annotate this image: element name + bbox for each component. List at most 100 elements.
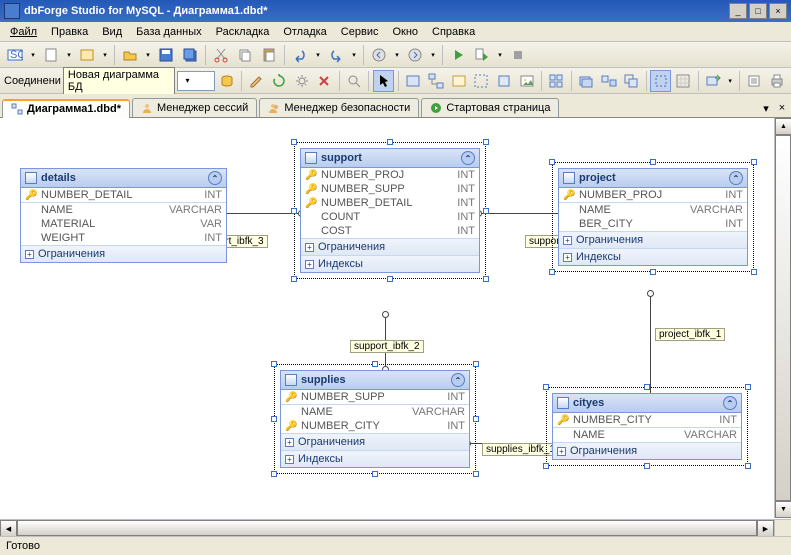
expand-icon[interactable]: + — [563, 253, 572, 262]
copy-button[interactable] — [234, 44, 256, 66]
column-row[interactable]: 🔑NUMBER_CITYINT — [553, 413, 741, 427]
run-script-button[interactable] — [471, 44, 493, 66]
constraints-section[interactable]: +Ограничения — [559, 231, 747, 248]
new-button[interactable] — [40, 44, 62, 66]
column-row[interactable]: NAMEVARCHAR — [281, 405, 469, 419]
column-row[interactable]: 🔑NUMBER_PROJINT — [559, 188, 747, 202]
column-row[interactable]: 🔑NUMBER_DETAILINT — [21, 188, 226, 202]
resize-handle[interactable] — [483, 139, 489, 145]
menu-file[interactable]: Файл — [4, 24, 43, 40]
table-support[interactable]: support ⌃ 🔑NUMBER_PROJINT 🔑NUMBER_SUPPIN… — [300, 148, 480, 273]
diagram-canvas[interactable]: support_ibfk_3 support_ibfk_1 support_ib… — [0, 118, 773, 518]
constraints-section[interactable]: +Ограничения — [281, 433, 469, 450]
run-button[interactable] — [447, 44, 469, 66]
resize-handle[interactable] — [650, 269, 656, 275]
refresh-button[interactable] — [269, 70, 290, 92]
redo-dropdown[interactable]: ▾ — [349, 51, 359, 59]
horizontal-scrollbar[interactable]: ◀ ▶ — [0, 519, 791, 536]
resize-handle[interactable] — [473, 361, 479, 367]
resize-handle[interactable] — [751, 159, 757, 165]
close-button[interactable]: × — [769, 3, 787, 19]
snap-button[interactable] — [673, 70, 694, 92]
expand-icon[interactable]: + — [285, 438, 294, 447]
resize-handle[interactable] — [745, 384, 751, 390]
resize-handle[interactable] — [291, 139, 297, 145]
minimize-button[interactable]: _ — [729, 3, 747, 19]
tab-security-mgr[interactable]: Менеджер безопасности — [259, 98, 419, 117]
expand-icon[interactable]: + — [285, 455, 294, 464]
menu-edit[interactable]: Правка — [45, 24, 94, 40]
resize-handle[interactable] — [745, 463, 751, 469]
options-button[interactable] — [744, 70, 765, 92]
layout-button[interactable] — [546, 70, 567, 92]
relation-label-supplies-ibfk-1[interactable]: supplies_ibfk_1 — [482, 443, 559, 456]
menu-layout[interactable]: Раскладка — [210, 24, 276, 40]
expand-icon[interactable]: + — [557, 447, 566, 456]
menu-help[interactable]: Справка — [426, 24, 481, 40]
resize-handle[interactable] — [387, 276, 393, 282]
resize-handle[interactable] — [271, 471, 277, 477]
table-header[interactable]: support ⌃ — [301, 149, 479, 168]
note-button[interactable] — [448, 70, 469, 92]
resize-handle[interactable] — [291, 276, 297, 282]
relation-line[interactable] — [650, 293, 651, 393]
export-button[interactable] — [703, 70, 724, 92]
resize-handle[interactable] — [644, 463, 650, 469]
table-button[interactable] — [76, 44, 98, 66]
table-header[interactable]: cityes ⌃ — [553, 394, 741, 413]
nav-back-dropdown[interactable]: ▾ — [392, 51, 402, 59]
connect-button[interactable] — [217, 70, 238, 92]
constraints-section[interactable]: +Ограничения — [21, 245, 226, 262]
resize-handle[interactable] — [543, 384, 549, 390]
nav-fwd-dropdown[interactable]: ▾ — [428, 51, 438, 59]
menu-view[interactable]: Вид — [96, 24, 128, 40]
relation-label-project-ibfk-1[interactable]: project_ibfk_1 — [655, 328, 725, 341]
column-row[interactable]: 🔑NUMBER_CITYINT — [281, 419, 469, 433]
pointer-tool[interactable] — [373, 70, 394, 92]
column-row[interactable]: 🔑NUMBER_PROJINT — [301, 168, 479, 182]
table-header[interactable]: project ⌃ — [559, 169, 747, 188]
new-dropdown[interactable]: ▾ — [64, 51, 74, 59]
table-details[interactable]: details ⌃ 🔑NUMBER_DETAILINT NAMEVARCHAR … — [20, 168, 227, 263]
export-dropdown[interactable]: ▾ — [725, 77, 734, 85]
tab-start-page[interactable]: Стартовая страница — [421, 98, 559, 117]
add-table-button[interactable] — [403, 70, 424, 92]
paste-button[interactable] — [258, 44, 280, 66]
relation-label-support-ibfk-2[interactable]: support_ibfk_2 — [350, 340, 424, 353]
indexes-section[interactable]: +Индексы — [281, 450, 469, 467]
column-row[interactable]: WEIGHTINT — [21, 231, 226, 245]
resize-handle[interactable] — [372, 361, 378, 367]
open-dropdown[interactable]: ▾ — [143, 51, 153, 59]
column-row[interactable]: COSTINT — [301, 224, 479, 238]
collapse-button[interactable]: ⌃ — [208, 171, 222, 185]
column-row[interactable]: 🔑NUMBER_SUPPINT — [281, 390, 469, 404]
zoom-button[interactable] — [344, 70, 365, 92]
print-button[interactable] — [766, 70, 787, 92]
resize-handle[interactable] — [271, 361, 277, 367]
indexes-section[interactable]: +Индексы — [301, 255, 479, 272]
expand-icon[interactable]: + — [305, 243, 314, 252]
scroll-left-button[interactable]: ◀ — [0, 520, 17, 536]
sql-button[interactable]: SQL — [4, 44, 26, 66]
collapse-button[interactable]: ⌃ — [451, 373, 465, 387]
pencil-button[interactable] — [246, 70, 267, 92]
expand-icon[interactable]: + — [563, 236, 572, 245]
container-button[interactable] — [471, 70, 492, 92]
column-row[interactable]: BER_CITYINT — [559, 217, 747, 231]
table-supplies[interactable]: supplies ⌃ 🔑NUMBER_SUPPINT NAMEVARCHAR 🔑… — [280, 370, 470, 468]
tab-session-mgr[interactable]: Менеджер сессий — [132, 98, 257, 117]
stop-button[interactable] — [507, 44, 529, 66]
resize-handle[interactable] — [644, 384, 650, 390]
indexes-section[interactable]: +Индексы — [559, 248, 747, 265]
scroll-up-button[interactable]: ▲ — [775, 118, 791, 135]
table-cityes[interactable]: cityes ⌃ 🔑NUMBER_CITYINT NAMEVARCHAR +Ог… — [552, 393, 742, 460]
undo-button[interactable] — [289, 44, 311, 66]
resize-handle[interactable] — [549, 269, 555, 275]
cut-button[interactable] — [210, 44, 232, 66]
group-button[interactable] — [576, 70, 597, 92]
constraints-section[interactable]: +Ограничения — [553, 442, 741, 459]
resize-handle[interactable] — [271, 416, 277, 422]
menu-window[interactable]: Окно — [386, 24, 424, 40]
resize-handle[interactable] — [372, 471, 378, 477]
relation-line[interactable] — [478, 213, 558, 214]
